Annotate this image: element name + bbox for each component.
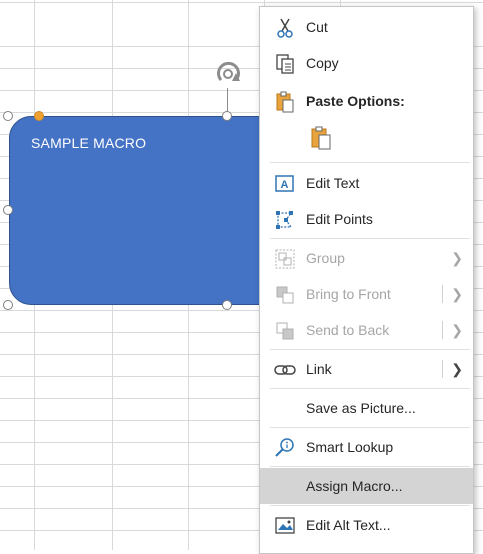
menu-item-edit-alt-text[interactable]: Edit Alt Text... <box>260 507 473 543</box>
menu-label-save-as-picture: Save as Picture... <box>306 400 416 416</box>
menu-item-cut[interactable]: Cut <box>260 9 473 45</box>
menu-item-assign-macro[interactable]: Assign Macro... <box>260 468 473 504</box>
group-icon <box>275 249 295 269</box>
menu-label-copy: Copy <box>306 55 339 71</box>
send-to-back-icon <box>276 322 294 340</box>
split-button-divider <box>442 321 443 339</box>
menu-header-paste-options: Paste Options: <box>260 83 473 119</box>
resize-handle-bottom-center[interactable] <box>222 300 232 310</box>
bring-to-front-icon <box>276 286 294 304</box>
svg-text:A: A <box>281 179 289 191</box>
resize-handle-bottom-left[interactable] <box>3 300 13 310</box>
menu-item-save-as-picture[interactable]: Save as Picture... <box>260 390 473 426</box>
menu-separator <box>270 349 470 350</box>
scissors-icon <box>277 18 293 38</box>
menu-label-bring-to-front: Bring to Front <box>306 286 391 302</box>
resize-handle-middle-left[interactable] <box>3 205 13 215</box>
menu-separator <box>270 388 470 389</box>
context-menu: Cut Copy Paste Options: A Edit Text Edit… <box>259 6 474 554</box>
menu-label-smart-lookup: Smart Lookup <box>306 439 394 455</box>
chevron-right-icon[interactable]: ❯ <box>451 286 463 303</box>
menu-label-cut: Cut <box>306 19 328 35</box>
menu-item-edit-text[interactable]: A Edit Text <box>260 165 473 201</box>
menu-item-smart-lookup[interactable]: Smart Lookup <box>260 429 473 465</box>
split-button-divider <box>442 285 443 303</box>
menu-separator <box>270 466 470 467</box>
menu-label-send-to-back: Send to Back <box>306 322 390 338</box>
clipboard-icon <box>276 91 294 113</box>
menu-label-link: Link <box>306 361 332 377</box>
edit-text-icon: A <box>275 175 294 192</box>
shape-label: SAMPLE MACRO <box>31 135 147 151</box>
menu-item-bring-to-front[interactable]: Bring to Front ❯ <box>260 276 473 312</box>
menu-label-edit-alt-text: Edit Alt Text... <box>306 517 391 533</box>
menu-label-assign-macro: Assign Macro... <box>306 478 403 494</box>
menu-item-copy[interactable]: Copy <box>260 45 473 81</box>
adjust-handle-corner-radius[interactable] <box>34 111 44 121</box>
menu-label-edit-points: Edit Points <box>306 211 373 227</box>
menu-label-edit-text: Edit Text <box>306 175 360 191</box>
rotate-handle-icon[interactable] <box>212 58 244 90</box>
menu-separator <box>270 427 470 428</box>
chevron-right-icon: ❯ <box>451 250 463 266</box>
menu-item-send-to-back[interactable]: Send to Back ❯ <box>260 312 473 348</box>
link-icon <box>274 365 296 375</box>
copy-icon <box>276 54 294 74</box>
split-button-divider <box>442 360 443 378</box>
menu-item-group[interactable]: Group ❯ <box>260 240 473 276</box>
menu-separator <box>270 238 470 239</box>
alt-text-icon <box>275 517 295 534</box>
resize-handle-top-left[interactable] <box>3 111 13 121</box>
menu-item-edit-points[interactable]: Edit Points <box>260 201 473 237</box>
menu-separator <box>270 505 470 506</box>
paste-clipboard-icon[interactable] <box>308 125 334 151</box>
menu-item-link[interactable]: Link ❯ <box>260 351 473 387</box>
edit-points-icon <box>276 211 293 229</box>
chevron-right-icon[interactable]: ❯ <box>451 361 463 378</box>
chevron-right-icon[interactable]: ❯ <box>451 322 463 339</box>
menu-separator <box>270 162 470 163</box>
menu-label-group: Group <box>306 250 345 266</box>
smart-lookup-icon <box>275 438 294 457</box>
menu-label-paste-options: Paste Options: <box>306 93 405 109</box>
resize-handle-top-center[interactable] <box>222 111 232 121</box>
